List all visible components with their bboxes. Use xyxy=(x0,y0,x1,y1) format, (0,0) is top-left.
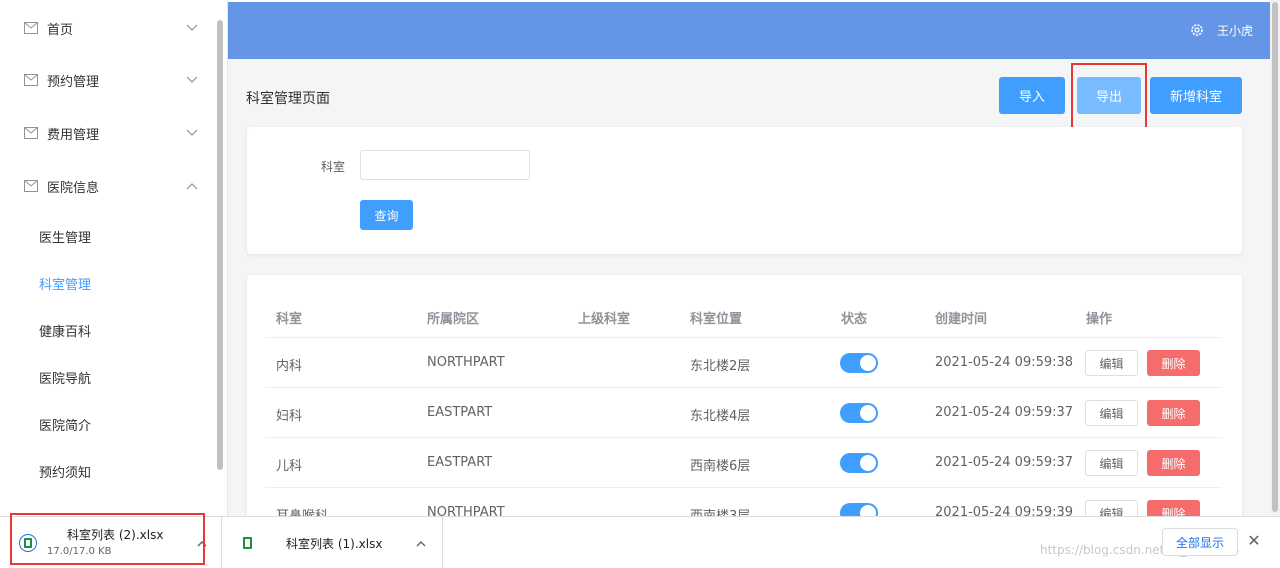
menu-label: 医院信息 xyxy=(47,180,100,196)
cell-campus: EASTPART xyxy=(427,455,493,470)
chevron-down-icon xyxy=(186,129,198,136)
mail-icon xyxy=(24,74,38,86)
edit-button[interactable]: 编辑 xyxy=(1085,350,1138,376)
download-filename: 科室列表 (1).xlsx xyxy=(286,537,383,551)
edit-button[interactable]: 编辑 xyxy=(1085,500,1138,516)
excel-file-icon xyxy=(243,537,252,549)
cell-created: 2021-05-24 09:59:39 xyxy=(935,505,1074,516)
table-row: 妇科 EASTPART 东北楼4层 2021-05-24 09:59:37 编辑… xyxy=(265,388,1222,438)
menu-item-appointment[interactable]: 预约管理 xyxy=(0,58,215,102)
add-department-button[interactable]: 新增科室 xyxy=(1150,77,1242,114)
sub-item-notice[interactable]: 预约须知 xyxy=(0,449,215,493)
cell-created: 2021-05-24 09:59:37 xyxy=(935,455,1074,470)
sidebar-scrollbar[interactable] xyxy=(217,20,223,470)
sub-item-label: 医院导航 xyxy=(39,371,92,387)
cell-location: 东北楼4层 xyxy=(690,409,751,424)
sub-item-label: 健康百科 xyxy=(39,324,92,340)
sub-item-intro[interactable]: 医院简介 xyxy=(0,402,215,446)
cell-department: 妇科 xyxy=(276,409,303,424)
toggle-knob xyxy=(860,405,876,421)
sub-item-label: 医院简介 xyxy=(39,418,92,434)
sub-item-doctors[interactable]: 医生管理 xyxy=(0,214,215,258)
sub-item-navigation[interactable]: 医院导航 xyxy=(0,355,215,399)
scrollbar-thumb[interactable] xyxy=(1272,2,1278,512)
cell-location: 西南楼6层 xyxy=(690,459,751,474)
download-item[interactable]: 科室列表 (1).xlsx xyxy=(223,517,443,568)
edit-button[interactable]: 编辑 xyxy=(1085,450,1138,476)
sub-item-label: 医生管理 xyxy=(39,230,92,246)
query-button[interactable]: 查询 xyxy=(360,200,413,230)
search-card: 科室 查询 xyxy=(247,127,1242,254)
mail-icon xyxy=(24,22,38,34)
chevron-up-icon xyxy=(186,183,198,190)
download-highlight-box xyxy=(10,513,205,565)
sub-item-label: 预约须知 xyxy=(39,465,92,481)
user-name[interactable]: 王小虎 xyxy=(1217,22,1253,39)
cell-created: 2021-05-24 09:59:38 xyxy=(935,355,1074,370)
mail-icon xyxy=(24,180,38,192)
column-header: 状态 xyxy=(841,312,868,327)
sub-item-label: 科室管理 xyxy=(39,277,92,293)
toggle-knob xyxy=(860,505,876,516)
mail-icon xyxy=(24,127,38,139)
cell-campus: EASTPART xyxy=(427,405,493,420)
sidebar: 首页 预约管理 费用管理 医院信息 医生管理 科室管理 健康百科 医院导航 医院… xyxy=(0,0,228,516)
page-title: 科室管理页面 xyxy=(246,91,330,107)
table-row: 耳鼻喉科 NORTHPART 西南楼3层 2021-05-24 09:59:39… xyxy=(265,488,1222,516)
close-icon[interactable]: ✕ xyxy=(1246,533,1262,549)
menu-label: 预约管理 xyxy=(47,74,100,90)
export-highlight-box xyxy=(1071,63,1147,135)
main-content: 科室管理页面 导入 导出 新增科室 科室 查询 科室 所属院区 上级科室 科室位… xyxy=(228,59,1270,516)
toggle-knob xyxy=(860,355,876,371)
cell-department: 耳鼻喉科 xyxy=(276,505,328,516)
menu-item-home[interactable]: 首页 xyxy=(0,6,215,50)
status-toggle[interactable] xyxy=(840,353,878,373)
delete-button[interactable]: 删除 xyxy=(1147,350,1200,376)
delete-button[interactable]: 删除 xyxy=(1147,500,1200,516)
department-input[interactable] xyxy=(360,150,530,180)
sub-item-departments[interactable]: 科室管理 xyxy=(0,261,215,305)
edit-button[interactable]: 编辑 xyxy=(1085,400,1138,426)
menu-label: 首页 xyxy=(47,22,74,38)
cell-campus: NORTHPART xyxy=(427,505,505,516)
delete-button[interactable]: 删除 xyxy=(1147,400,1200,426)
chevron-up-icon[interactable] xyxy=(416,540,426,547)
top-header: 王小虎 xyxy=(228,2,1270,59)
delete-button[interactable]: 删除 xyxy=(1147,450,1200,476)
menu-item-fees[interactable]: 费用管理 xyxy=(0,111,215,155)
menu-item-hospital-info[interactable]: 医院信息 xyxy=(0,164,215,208)
column-header: 上级科室 xyxy=(578,312,631,327)
table-row: 内科 NORTHPART 东北楼2层 2021-05-24 09:59:38 编… xyxy=(265,338,1222,388)
cell-campus: NORTHPART xyxy=(427,355,505,370)
status-toggle[interactable] xyxy=(840,403,878,423)
column-header: 创建时间 xyxy=(935,312,988,327)
show-all-button[interactable]: 全部显示 xyxy=(1162,528,1238,556)
column-header: 所属院区 xyxy=(427,312,480,327)
page-scrollbar[interactable] xyxy=(1270,0,1280,516)
column-header: 科室位置 xyxy=(690,312,743,327)
cell-location: 东北楼2层 xyxy=(690,359,751,374)
status-toggle[interactable] xyxy=(840,453,878,473)
status-toggle[interactable] xyxy=(840,503,878,516)
column-header: 科室 xyxy=(276,312,303,327)
column-header: 操作 xyxy=(1086,312,1113,327)
chevron-down-icon xyxy=(186,24,198,31)
cell-location: 西南楼3层 xyxy=(690,505,750,516)
department-label: 科室 xyxy=(321,160,346,174)
cell-department: 内科 xyxy=(276,359,303,374)
chevron-down-icon xyxy=(186,76,198,83)
table-header: 科室 所属院区 上级科室 科室位置 状态 创建时间 操作 xyxy=(265,293,1222,338)
gear-icon[interactable] xyxy=(1190,23,1204,37)
department-table: 科室 所属院区 上级科室 科室位置 状态 创建时间 操作 内科 NORTHPAR… xyxy=(247,275,1242,516)
menu-label: 费用管理 xyxy=(47,127,100,143)
cell-created: 2021-05-24 09:59:37 xyxy=(935,405,1074,420)
table-row: 儿科 EASTPART 西南楼6层 2021-05-24 09:59:37 编辑… xyxy=(265,438,1222,488)
cell-department: 儿科 xyxy=(276,459,303,474)
sub-item-health-wiki[interactable]: 健康百科 xyxy=(0,308,215,352)
import-button[interactable]: 导入 xyxy=(999,77,1065,114)
toggle-knob xyxy=(860,455,876,471)
